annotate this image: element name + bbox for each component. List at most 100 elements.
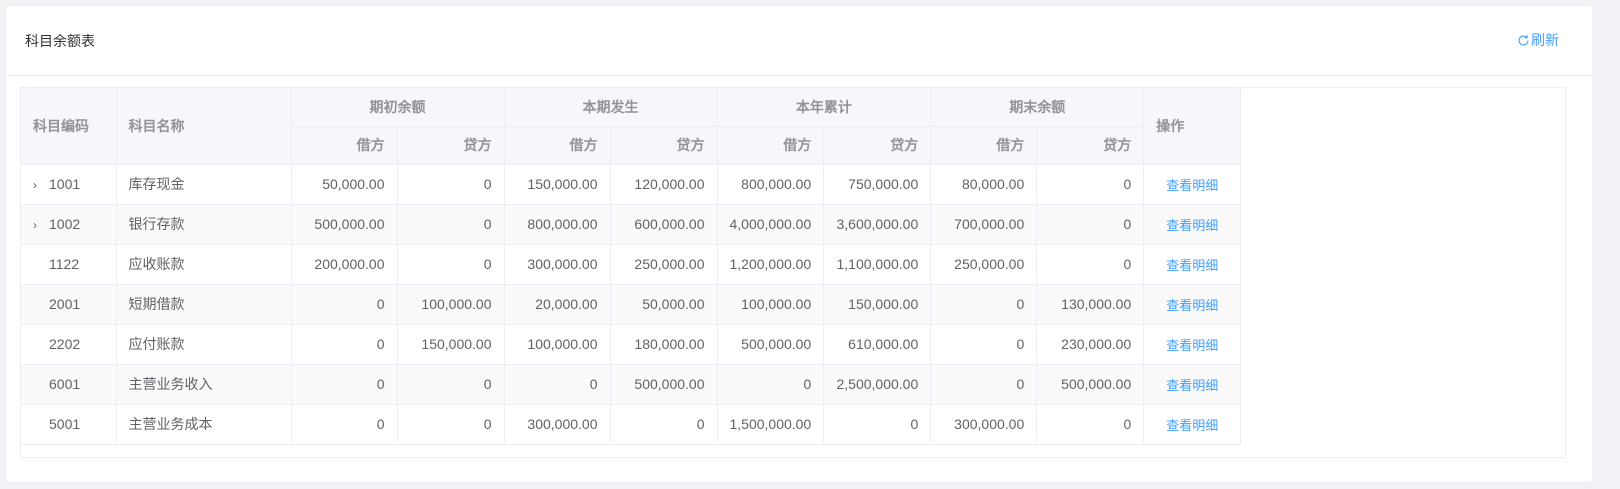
- cell-credit: 180,000.00: [610, 324, 718, 365]
- account-name: 主营业务收入: [116, 364, 292, 405]
- cell-debit: 800,000.00: [504, 204, 611, 245]
- header-group-opening: 期初余额: [291, 88, 505, 127]
- header-action: 操作: [1143, 88, 1242, 165]
- cell-debit: 100,000.00: [717, 284, 825, 325]
- header-credit: 贷方: [823, 126, 932, 165]
- cell-credit: 50,000.00: [610, 284, 718, 325]
- cell-debit: 0: [291, 364, 398, 405]
- cell-code: › 1001: [21, 164, 117, 205]
- cell-debit: 200,000.00: [291, 244, 398, 285]
- table-row: 2202 应付账款 0 150,000.00 100,000.00 180,000.00 5…: [21, 324, 1242, 365]
- cell-code: 2202: [21, 324, 117, 365]
- header-debit: 借方: [291, 126, 398, 165]
- cell-debit: 4,000,000.00: [717, 204, 825, 245]
- cell-debit: 250,000.00: [930, 244, 1038, 285]
- account-name: 应收账款: [116, 244, 292, 285]
- cell-action: 查看明细: [1143, 364, 1242, 405]
- cell-credit: 500,000.00: [1036, 364, 1145, 405]
- cell-credit: 610,000.00: [823, 324, 932, 365]
- cell-debit: 500,000.00: [717, 324, 825, 365]
- header-credit: 贷方: [1036, 126, 1145, 165]
- cell-credit: 0: [397, 164, 505, 205]
- account-code: 1002: [49, 216, 81, 232]
- view-detail-link[interactable]: 查看明细: [1166, 178, 1218, 193]
- refresh-button[interactable]: 刷新: [1517, 31, 1559, 49]
- cell-credit: 2,500,000.00: [823, 364, 932, 405]
- cell-credit: 0: [1036, 244, 1145, 285]
- header-credit: 贷方: [610, 126, 718, 165]
- cell-debit: 20,000.00: [504, 284, 611, 325]
- account-name: 短期借款: [116, 284, 292, 325]
- cell-debit: 700,000.00: [930, 204, 1038, 245]
- cell-debit: 0: [291, 284, 398, 325]
- view-detail-link[interactable]: 查看明细: [1166, 338, 1218, 353]
- refresh-label: 刷新: [1531, 32, 1559, 48]
- cell-debit: 100,000.00: [504, 324, 611, 365]
- header-group-closing: 期末余额: [930, 88, 1145, 127]
- cell-debit: 0: [291, 324, 398, 365]
- cell-credit: 3,600,000.00: [823, 204, 932, 245]
- view-detail-link[interactable]: 查看明细: [1166, 298, 1218, 313]
- cell-credit: 0: [823, 404, 932, 445]
- cell-credit: 0: [397, 404, 505, 445]
- account-code: 5001: [49, 416, 81, 432]
- cell-debit: 300,000.00: [504, 404, 611, 445]
- view-detail-link[interactable]: 查看明细: [1166, 378, 1218, 393]
- header-code: 科目编码: [21, 88, 117, 165]
- page-scrollbar[interactable]: [1604, 0, 1620, 489]
- cell-debit: 0: [717, 364, 825, 405]
- cell-action: 查看明细: [1143, 244, 1242, 285]
- cell-credit: 0: [1036, 204, 1145, 245]
- account-code: 1122: [49, 256, 80, 272]
- header-credit: 贷方: [397, 126, 505, 165]
- table-row: 2001 短期借款 0 100,000.00 20,000.00 50,000.00 100…: [21, 284, 1242, 325]
- cell-credit: 130,000.00: [1036, 284, 1145, 325]
- view-detail-link[interactable]: 查看明细: [1166, 418, 1218, 433]
- cell-credit: 150,000.00: [823, 284, 932, 325]
- page: 科目余额表 刷新 科目编码 科目名称 期初余额 本期发生 本年累计 期末余额 操…: [0, 0, 1620, 489]
- header-group-period: 本期发生: [504, 88, 718, 127]
- account-name: 主营业务成本: [116, 404, 292, 445]
- cell-action: 查看明细: [1143, 404, 1242, 445]
- cell-debit: 500,000.00: [291, 204, 398, 245]
- table-row: › 1001 库存现金 50,000.00 0 150,000.00 120,000.00 8…: [21, 164, 1242, 205]
- chevron-right-icon[interactable]: ›: [33, 178, 49, 192]
- cell-action: 查看明细: [1143, 164, 1242, 205]
- cell-debit: 300,000.00: [930, 404, 1038, 445]
- header-name: 科目名称: [116, 88, 292, 165]
- view-detail-link[interactable]: 查看明细: [1166, 258, 1218, 273]
- cell-credit: 0: [397, 204, 505, 245]
- card-header: 科目余额表 刷新: [6, 6, 1592, 76]
- cell-credit: 100,000.00: [397, 284, 505, 325]
- chevron-right-icon[interactable]: ›: [33, 218, 49, 232]
- view-detail-link[interactable]: 查看明细: [1166, 218, 1218, 233]
- card-title: 科目余额表: [25, 33, 95, 49]
- cell-credit: 1,100,000.00: [823, 244, 932, 285]
- cell-credit: 0: [1036, 164, 1145, 205]
- cell-debit: 80,000.00: [930, 164, 1038, 205]
- table-row: 1122 应收账款 200,000.00 0 300,000.00 250,000.00 1…: [21, 244, 1242, 285]
- cell-action: 查看明细: [1143, 324, 1242, 365]
- cell-action: 查看明细: [1143, 284, 1242, 325]
- cell-credit: 500,000.00: [610, 364, 718, 405]
- balance-table-wrapper: 科目编码 科目名称 期初余额 本期发生 本年累计 期末余额 操作 借方 贷方 借…: [20, 87, 1566, 458]
- cell-debit: 300,000.00: [504, 244, 611, 285]
- cell-credit: 120,000.00: [610, 164, 718, 205]
- cell-credit: 230,000.00: [1036, 324, 1145, 365]
- table-row: › 1002 银行存款 500,000.00 0 800,000.00 600,000.00…: [21, 204, 1242, 245]
- cell-debit: 800,000.00: [717, 164, 825, 205]
- account-code: 2202: [49, 336, 81, 352]
- header-debit: 借方: [504, 126, 611, 165]
- cell-credit: 600,000.00: [610, 204, 718, 245]
- account-code: 6001: [49, 376, 81, 392]
- header-group-ytd: 本年累计: [717, 88, 932, 127]
- cell-debit: 1,200,000.00: [717, 244, 825, 285]
- account-code: 2001: [49, 296, 81, 312]
- account-name: 应付账款: [116, 324, 292, 365]
- account-name: 银行存款: [116, 204, 292, 245]
- cell-code: 5001: [21, 404, 117, 445]
- cell-debit: 0: [930, 284, 1038, 325]
- cell-debit: 0: [504, 364, 611, 405]
- cell-credit: 250,000.00: [610, 244, 718, 285]
- account-code: 1001: [49, 176, 81, 192]
